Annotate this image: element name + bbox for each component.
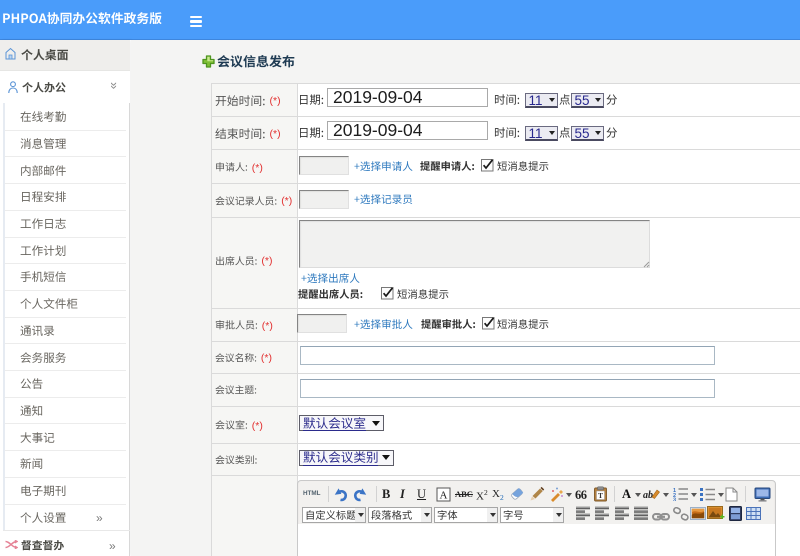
svg-text:A: A: [439, 489, 447, 501]
svg-text:3: 3: [673, 498, 676, 502]
svg-text:ab: ab: [643, 490, 653, 501]
svg-text:T: T: [597, 491, 602, 500]
